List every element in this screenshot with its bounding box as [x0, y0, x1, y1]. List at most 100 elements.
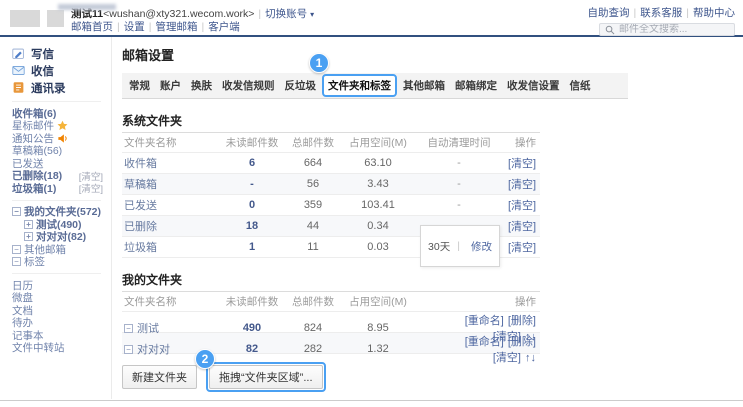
cell-size: 3.43	[342, 178, 414, 190]
cell-unread-count: 18	[220, 220, 284, 232]
cell-folder-name[interactable]: −测试	[124, 320, 220, 336]
tab-其他邮箱[interactable]: 其他邮箱	[399, 76, 449, 95]
header-nav-links: 邮箱首页|设置|管理邮箱|客户端	[71, 21, 314, 34]
folder-name-text: 垃圾箱	[124, 239, 157, 255]
tab-信纸[interactable]: 信纸	[566, 76, 595, 95]
table-row: −测试4908248.95[重命名][删除][清空]↑↓	[122, 312, 540, 333]
new-folder-button[interactable]: 新建文件夹	[122, 365, 197, 389]
action-link[interactable]: [清空]	[493, 352, 521, 364]
sidebar-divider	[12, 200, 101, 201]
switch-account-link[interactable]: 切换账号	[265, 8, 307, 20]
tab-收发信设置[interactable]: 收发信设置	[503, 76, 564, 95]
collapse-icon[interactable]: −	[12, 245, 21, 254]
cell-unread-count: 0	[220, 199, 284, 211]
action-link[interactable]: [删除]	[508, 315, 536, 327]
expand-icon[interactable]: +	[24, 220, 33, 229]
cell-size: 103.41	[342, 199, 414, 211]
action-link[interactable]: [清空]	[508, 200, 536, 212]
webmail-settings-page: 测试11<wushan@xty321.wecom.work>|切换账号 ▾ 邮箱…	[0, 0, 743, 407]
action-link[interactable]: [重命名]	[465, 315, 504, 327]
action-link[interactable]: [清空]	[508, 221, 536, 233]
cell-total-count: 282	[284, 343, 342, 355]
search-box[interactable]	[599, 23, 735, 36]
cell-unread-count: 82	[220, 343, 284, 355]
action-link[interactable]: [清空]	[508, 179, 536, 191]
contacts-icon	[12, 81, 25, 94]
expand-folder-button[interactable]: 拖拽“文件夹区域”...	[209, 365, 323, 389]
tab-邮箱绑定[interactable]: 邮箱绑定	[451, 76, 501, 95]
action-link[interactable]: [清空]	[508, 242, 536, 254]
tab-换肤[interactable]: 换肤	[187, 76, 216, 95]
sidebar-item-label: 写信	[31, 46, 54, 62]
nav-link-0[interactable]: 邮箱首页	[71, 21, 113, 33]
modify-clean-link[interactable]: 修改	[471, 239, 492, 254]
column-header: 未读邮件数	[220, 135, 284, 150]
help-link-0[interactable]: 自助查询	[588, 7, 630, 19]
nav-link-1[interactable]: 设置	[124, 21, 145, 33]
sidebar-folder-item[interactable]: 垃圾箱(1) [清空]	[12, 182, 111, 195]
collapse-icon[interactable]: −	[12, 257, 21, 266]
sidebar-contacts-item[interactable]: 通讯录	[12, 79, 111, 96]
expand-icon[interactable]: +	[24, 232, 33, 241]
collapse-icon[interactable]: −	[124, 345, 133, 354]
cell-folder-name[interactable]: 已删除	[124, 218, 220, 234]
search-input[interactable]	[619, 24, 729, 35]
header-right: 自助查询|联系客服|帮助中心	[588, 2, 735, 35]
sort-arrows-link[interactable]: ↑↓	[525, 352, 536, 364]
horn-icon	[57, 133, 68, 144]
header-left: 测试11<wushan@xty321.wecom.work>|切换账号 ▾ 邮箱…	[10, 2, 314, 35]
folder-name-text: 草稿箱	[124, 176, 157, 192]
column-header: 总邮件数	[284, 135, 342, 150]
tab-收发信规则[interactable]: 收发信规则	[218, 76, 279, 95]
tab-文件夹和标签[interactable]: 文件夹和标签1	[322, 74, 397, 97]
cell-auto-clean: -	[414, 157, 504, 169]
mail-icon	[12, 64, 25, 77]
cell-size: 0.34	[342, 220, 414, 232]
divider: |	[201, 21, 204, 33]
nav-link-2[interactable]: 管理邮箱	[155, 21, 197, 33]
main-panel: 邮箱设置 常规账户换肤收发信规则反垃圾文件夹和标签1其他邮箱邮箱绑定收发信设置信…	[112, 37, 743, 399]
divider: |	[117, 21, 120, 33]
cell-actions: [重命名] [删除] [清空] ↑↓	[414, 333, 538, 365]
action-link[interactable]: [重命名]	[465, 336, 504, 348]
cell-folder-name[interactable]: 垃圾箱	[124, 239, 220, 255]
cell-total-count: 11	[284, 241, 342, 253]
folder-name-text: 收件箱	[124, 155, 157, 171]
collapse-icon[interactable]: −	[12, 207, 21, 216]
tab-反垃圾[interactable]: 反垃圾	[281, 76, 321, 95]
empty-folder-link[interactable]: [清空]	[79, 181, 103, 195]
sidebar: 写信收信通讯录收件箱(6)星标邮件通知公告草稿箱(56)已发送已删除(18)[清…	[0, 37, 112, 399]
cell-folder-name[interactable]: 已发送	[124, 197, 220, 213]
cell-folder-name[interactable]: 收件箱	[124, 155, 220, 171]
cell-folder-name[interactable]: 草稿箱	[124, 176, 220, 192]
help-link-1[interactable]: 联系客服	[640, 7, 682, 19]
sidebar-pencil-item[interactable]: 写信	[12, 45, 111, 62]
sidebar-tree-item[interactable]: −标签	[12, 256, 111, 269]
account-email: <wushan@xty321.wecom.work>	[103, 8, 254, 20]
logo-placeholder-small	[47, 10, 64, 27]
chevron-down-icon[interactable]: ▾	[310, 10, 314, 19]
help-link-2[interactable]: 帮助中心	[693, 7, 735, 19]
sidebar-app-item[interactable]: 文件中转站	[12, 342, 111, 355]
auto-clean-popup: 30天|修改	[420, 225, 500, 267]
action-link[interactable]: [清空]	[508, 158, 536, 170]
cell-total-count: 664	[284, 157, 342, 169]
nav-link-3[interactable]: 客户端	[208, 21, 240, 33]
sidebar-folder-name: 垃圾箱(1)	[12, 181, 56, 196]
table-header-row: 文件夹名称未读邮件数总邮件数占用空间(M)操作	[122, 292, 540, 312]
action-link[interactable]: [删除]	[508, 336, 536, 348]
tab-常规[interactable]: 常规	[125, 76, 154, 95]
section-title-system-folders: 系统文件夹	[122, 112, 540, 129]
sidebar-mail-item[interactable]: 收信	[12, 62, 111, 79]
column-header: 占用空间(M)	[342, 294, 414, 309]
folder-name-text: 已发送	[124, 197, 157, 213]
my-folders-table: 文件夹名称未读邮件数总邮件数占用空间(M)操作−测试4908248.95[重命名…	[122, 291, 540, 354]
cell-size: 63.10	[342, 157, 414, 169]
folder-name-text: 对对对	[137, 341, 170, 357]
table-row: −对对对822821.32[重命名][删除][清空]↑↓	[122, 333, 540, 354]
collapse-icon[interactable]: −	[124, 324, 133, 333]
tab-账户[interactable]: 账户	[156, 76, 185, 95]
table-row: 已删除18440.3430天|修改[清空]	[122, 216, 540, 237]
divider: |	[258, 8, 261, 20]
cell-unread-count: 1	[220, 241, 284, 253]
